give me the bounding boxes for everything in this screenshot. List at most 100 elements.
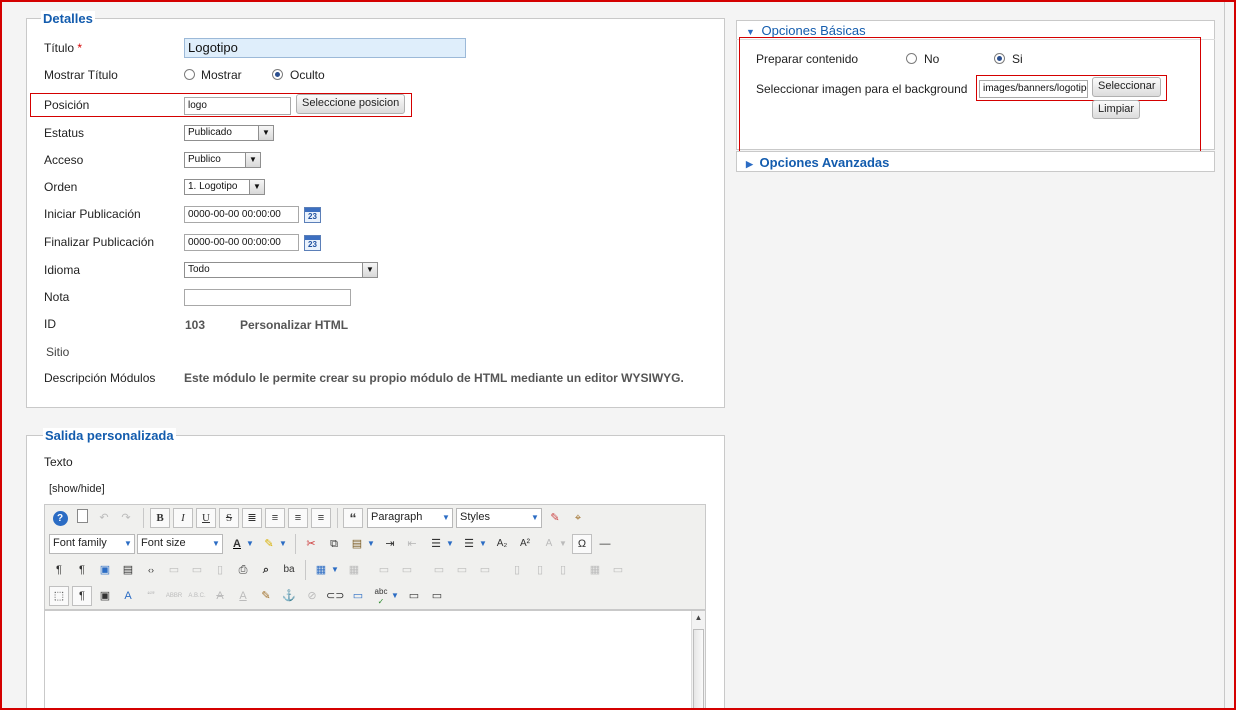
insert-row-before-icon[interactable]: ▭ — [429, 560, 449, 580]
oculto-radio-label[interactable]: Oculto — [290, 68, 325, 82]
editor-scrollbar[interactable]: ▲ — [691, 611, 705, 710]
no-radio[interactable] — [906, 53, 917, 64]
insert-col-after-icon[interactable]: ▯ — [530, 560, 550, 580]
help-icon[interactable]: ? — [50, 508, 70, 528]
blockquote-icon[interactable]: “ — [343, 508, 363, 528]
cleanup-broom-icon[interactable]: ⌖ — [568, 508, 588, 528]
italic-icon[interactable]: I — [173, 508, 193, 528]
new-document-icon[interactable] — [72, 508, 92, 528]
limpiar-button[interactable]: Limpiar — [1092, 100, 1141, 119]
acronym-icon[interactable]: A.B.C. — [187, 586, 207, 606]
cell-props-icon[interactable]: ▭ — [397, 560, 417, 580]
chevron-down-icon[interactable]: ▼ — [362, 263, 377, 277]
show-blocks-icon[interactable]: ¶ — [72, 586, 92, 606]
subscript-icon[interactable]: A₂ — [492, 534, 512, 554]
redo-icon[interactable]: ↷ — [116, 508, 136, 528]
merge-cells-icon[interactable]: ▭ — [608, 560, 628, 580]
row-props-icon[interactable]: ▭ — [374, 560, 394, 580]
style-props-icon[interactable]: A — [118, 586, 138, 606]
align-left-icon[interactable]: ≡ — [288, 508, 308, 528]
replace-icon[interactable]: ba — [279, 560, 299, 580]
delete-col-icon[interactable]: ▯ — [553, 560, 573, 580]
paste-icon[interactable]: ▤ — [347, 534, 367, 554]
cite-icon[interactable]: “” — [141, 586, 161, 606]
seleccionar-button[interactable]: Seleccionar — [1092, 77, 1162, 97]
opciones-basicas-header[interactable]: ▼ Opciones Básicas — [746, 23, 866, 38]
spellcheck-dropdown-icon[interactable]: ▼ — [389, 586, 401, 606]
seleccione-posicion-button[interactable]: Seleccione posicion — [296, 94, 406, 114]
spellcheck-icon[interactable]: abc ✓ — [371, 586, 391, 606]
insert-layer-icon[interactable]: ▣ — [95, 586, 115, 606]
chevron-down-icon[interactable]: ▼ — [122, 535, 134, 553]
si-radio[interactable] — [994, 53, 1005, 64]
undo-icon[interactable]: ↶ — [94, 508, 114, 528]
anchor-icon[interactable]: ⚓ — [279, 586, 299, 606]
mostrar-radio[interactable] — [184, 69, 195, 80]
attributes-icon[interactable]: ✎ — [256, 586, 276, 606]
readmore-icon[interactable]: ▭ — [427, 586, 447, 606]
superscript-icon[interactable]: A² — [515, 534, 535, 554]
font-style-dropdown-icon[interactable]: ▼ — [557, 534, 569, 554]
highlight-color-icon[interactable]: ✎ — [259, 534, 279, 554]
editor-content-area[interactable]: ▲ — [44, 610, 706, 710]
align-center-icon[interactable]: ≡ — [265, 508, 285, 528]
scroll-up-icon[interactable]: ▲ — [692, 611, 705, 625]
highlight-dropdown-icon[interactable]: ▼ — [277, 534, 289, 554]
paste-dropdown-icon[interactable]: ▼ — [365, 534, 377, 554]
si-radio-label[interactable]: Si — [1012, 52, 1023, 66]
edit-attributes-icon[interactable]: ▭ — [187, 560, 207, 580]
fullscreen-icon[interactable]: ▣ — [95, 560, 115, 580]
copy-icon[interactable]: ⧉ — [324, 534, 344, 554]
font-size-select[interactable]: Font size ▼ — [137, 534, 223, 554]
visual-aid-icon[interactable]: ⬚ — [49, 586, 69, 606]
ltr-icon[interactable]: ¶ — [49, 560, 69, 580]
table-dropdown-icon[interactable]: ▼ — [329, 560, 341, 580]
scroll-thumb[interactable] — [693, 629, 704, 710]
deletion-icon[interactable]: A — [210, 586, 230, 606]
nota-input[interactable] — [184, 289, 351, 306]
unordered-list-icon[interactable]: ☰ — [459, 534, 479, 554]
calendar-icon[interactable]: 23 — [304, 235, 321, 251]
rtl-icon[interactable]: ¶ — [72, 560, 92, 580]
orden-select[interactable]: 1. Logotipo ▼ — [184, 179, 265, 195]
horizontal-rule-icon[interactable]: — — [595, 534, 615, 554]
mostrar-radio-label[interactable]: Mostrar — [201, 68, 242, 82]
link-icon[interactable]: ⊂⊃ — [325, 586, 345, 606]
idioma-select[interactable]: Todo ▼ — [184, 262, 378, 278]
align-justify-icon[interactable]: ≣ — [242, 508, 262, 528]
split-cells-icon[interactable]: ▦ — [585, 560, 605, 580]
outdent-icon[interactable]: ⇤ — [402, 534, 422, 554]
chevron-down-icon[interactable]: ▼ — [245, 153, 260, 167]
iniciar-publicacion-input[interactable]: 0000-00-00 00:00:00 — [184, 206, 299, 223]
insert-row-after-icon[interactable]: ▭ — [452, 560, 472, 580]
finalizar-publicacion-input[interactable]: 0000-00-00 00:00:00 — [184, 234, 299, 251]
chevron-down-icon[interactable]: ▼ — [440, 509, 452, 527]
special-character-icon[interactable]: Ω — [572, 534, 592, 554]
styles-select[interactable]: Styles ▼ — [456, 508, 542, 528]
oculto-radio[interactable] — [272, 69, 283, 80]
posicion-input[interactable]: logo — [184, 97, 291, 115]
chevron-down-icon[interactable]: ▼ — [258, 126, 273, 140]
ordered-list-dropdown-icon[interactable]: ▼ — [444, 534, 456, 554]
chevron-down-icon[interactable]: ▼ — [249, 180, 264, 194]
ordered-list-icon[interactable]: ☰ — [426, 534, 446, 554]
unordered-list-dropdown-icon[interactable]: ▼ — [477, 534, 489, 554]
chevron-down-icon[interactable]: ▼ — [529, 509, 541, 527]
text-color-dropdown-icon[interactable]: ▼ — [244, 534, 256, 554]
eraser-icon[interactable]: ✎ — [545, 508, 565, 528]
template-icon[interactable]: ▭ — [164, 560, 184, 580]
page-break-icon[interactable]: ▭ — [404, 586, 424, 606]
opciones-avanzadas-header[interactable]: ▶ Opciones Avanzadas — [746, 155, 889, 170]
estatus-select[interactable]: Publicado ▼ — [184, 125, 274, 141]
titulo-input[interactable]: Logotipo — [184, 38, 466, 58]
insert-col-before-icon[interactable]: ▯ — [507, 560, 527, 580]
image-icon[interactable]: ▭ — [348, 586, 368, 606]
insert-table-icon[interactable]: ▦ — [311, 560, 331, 580]
align-right-icon[interactable]: ≡ — [311, 508, 331, 528]
acceso-select[interactable]: Publico ▼ — [184, 152, 261, 168]
strikethrough-icon[interactable]: S — [219, 508, 239, 528]
delete-table-icon[interactable]: ▦ — [344, 560, 364, 580]
preview-icon[interactable]: ▤ — [118, 560, 138, 580]
show-hide-link[interactable]: [show/hide] — [49, 483, 105, 495]
print-icon[interactable]: ⎙ — [233, 560, 253, 580]
